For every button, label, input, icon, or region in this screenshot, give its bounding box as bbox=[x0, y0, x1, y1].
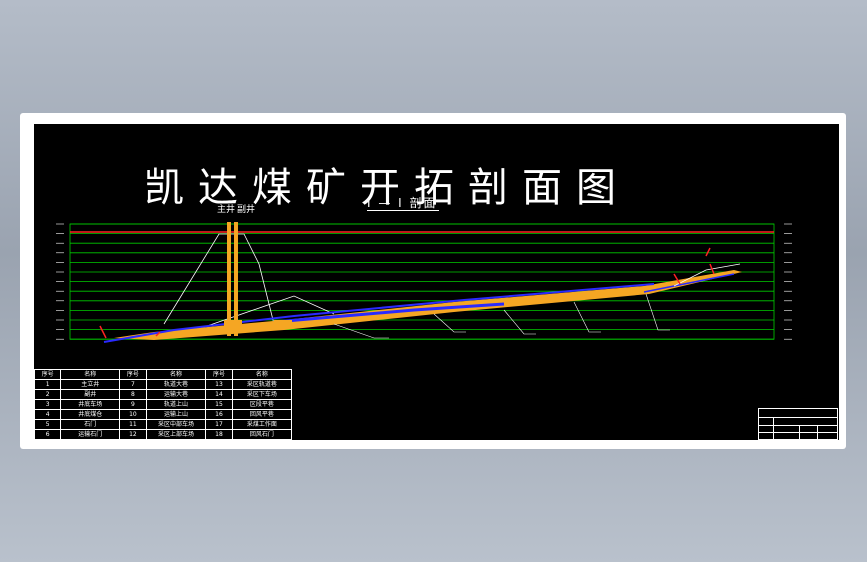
legend-cell: 采区下车场 bbox=[231, 389, 293, 400]
legend-cell: 1 bbox=[33, 379, 62, 390]
legend-cell: 12 bbox=[119, 429, 147, 440]
legend-row: 6 运输石门 12 采区上部车场 18 回风石门 bbox=[33, 429, 293, 440]
legend-cell: 井底煤仓 bbox=[60, 409, 121, 420]
legend-cell: 区段平巷 bbox=[231, 399, 293, 410]
legend-cell: 7 bbox=[119, 379, 147, 390]
legend-cell: 名称 bbox=[231, 369, 293, 380]
legend-cell: 2 bbox=[33, 389, 62, 400]
legend-cell: 运输上山 bbox=[145, 409, 207, 420]
legend-cell: 运输大巷 bbox=[145, 389, 207, 400]
legend-cell: 8 bbox=[119, 389, 147, 400]
auxiliary-shaft bbox=[234, 222, 238, 336]
title-block bbox=[758, 408, 838, 440]
legend-cell: 18 bbox=[205, 429, 233, 440]
legend-cell: 采区上部车场 bbox=[145, 429, 207, 440]
legend-cell: 10 bbox=[119, 409, 147, 420]
legend-cell: 轨道上山 bbox=[145, 399, 207, 410]
legend-cell: 副井 bbox=[60, 389, 121, 400]
legend-table: 序号 名称 序号 名称 序号 名称 1 主立井 7 轨道大巷 13 采区轨道巷 2 副井 8 运输大巷 14 采区… bbox=[33, 369, 293, 440]
legend-row: 5 石门 11 采区中部车场 17 采煤工作面 bbox=[33, 419, 293, 430]
legend-row: 4 井底煤仓 10 运输上山 16 回风平巷 bbox=[33, 409, 293, 420]
legend-cell: 15 bbox=[205, 399, 233, 410]
main-shaft bbox=[227, 222, 231, 336]
legend-cell: 13 bbox=[205, 379, 233, 390]
legend-cell: 回风石门 bbox=[231, 429, 293, 440]
return-roadway bbox=[643, 273, 735, 293]
legend-cell: 序号 bbox=[119, 369, 147, 380]
legend-cell: 14 bbox=[205, 389, 233, 400]
legend-cell: 轨道大巷 bbox=[145, 379, 207, 390]
legend-cell: 名称 bbox=[145, 369, 207, 380]
shaft-bottom-station bbox=[224, 320, 242, 328]
legend-cell: 3 bbox=[33, 399, 62, 410]
legend-row: 3 井底车场 9 轨道上山 15 区段平巷 bbox=[33, 399, 293, 410]
legend-cell: 11 bbox=[119, 419, 147, 430]
legend-cell: 回风平巷 bbox=[231, 409, 293, 420]
legend-cell: 序号 bbox=[33, 369, 62, 380]
legend-cell: 井底车场 bbox=[60, 399, 121, 410]
legend-cell: 主立井 bbox=[60, 379, 121, 390]
legend-cell: 采区中部车场 bbox=[145, 419, 207, 430]
legend-cell: 采区轨道巷 bbox=[231, 379, 293, 390]
legend-cell: 16 bbox=[205, 409, 233, 420]
legend-cell: 5 bbox=[33, 419, 62, 430]
legend-header-row: 序号 名称 序号 名称 序号 名称 bbox=[33, 369, 293, 380]
drawing-sheet: 凯达煤矿开拓剖面图 I — I 剖面 主井 副井 序号 名称 序号 名称 序号 名称 1 主立… bbox=[33, 124, 839, 440]
legend-cell: 4 bbox=[33, 409, 62, 420]
legend-cell: 序号 bbox=[205, 369, 233, 380]
legend-cell: 名称 bbox=[60, 369, 121, 380]
elevation-grid bbox=[69, 223, 775, 340]
coal-bunker bbox=[274, 320, 292, 327]
main-shaft-label: 主井 bbox=[217, 203, 235, 215]
legend-cell: 石门 bbox=[60, 419, 121, 430]
legend-row: 1 主立井 7 轨道大巷 13 采区轨道巷 bbox=[33, 379, 293, 390]
legend-cell: 9 bbox=[119, 399, 147, 410]
legend-cell: 运输石门 bbox=[60, 429, 121, 440]
legend-cell: 17 bbox=[205, 419, 233, 430]
legend-cell: 6 bbox=[33, 429, 62, 440]
auxiliary-shaft-label: 副井 bbox=[237, 203, 255, 215]
legend-row: 2 副井 8 运输大巷 14 采区下车场 bbox=[33, 389, 293, 400]
legend-cell: 采煤工作面 bbox=[231, 419, 293, 430]
